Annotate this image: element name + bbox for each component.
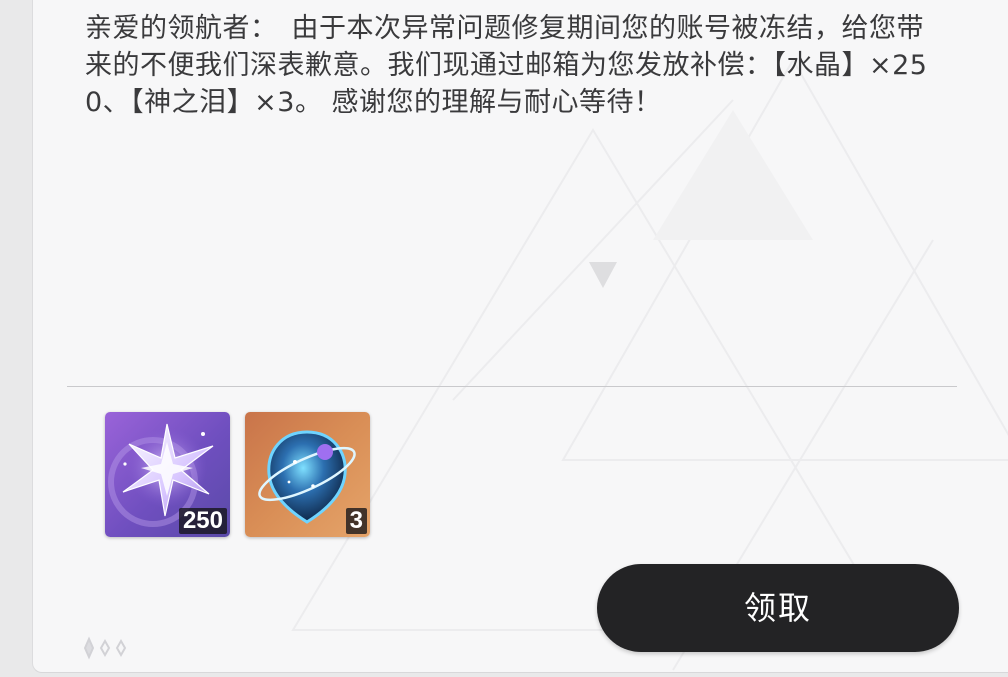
reward-count: 250 bbox=[178, 508, 227, 534]
divider bbox=[67, 386, 957, 387]
claim-button[interactable]: 领取 bbox=[597, 564, 959, 652]
reward-item-tear-of-god[interactable]: 3 bbox=[245, 412, 370, 537]
mail-body-text: 亲爱的领航者： 由于本次异常问题修复期间您的账号被冻结，给您带来的不便我们深表歉… bbox=[85, 13, 928, 118]
sparkle-icon bbox=[83, 636, 127, 660]
reward-count: 3 bbox=[345, 508, 367, 534]
mail-detail-panel: 亲爱的领航者： 由于本次异常问题修复期间您的账号被冻结，给您带来的不便我们深表歉… bbox=[32, 0, 1008, 673]
reward-item-crystal[interactable]: 250 bbox=[105, 412, 230, 537]
mail-window: 亲爱的领航者： 由于本次异常问题修复期间您的账号被冻结，给您带来的不便我们深表歉… bbox=[0, 0, 1008, 677]
